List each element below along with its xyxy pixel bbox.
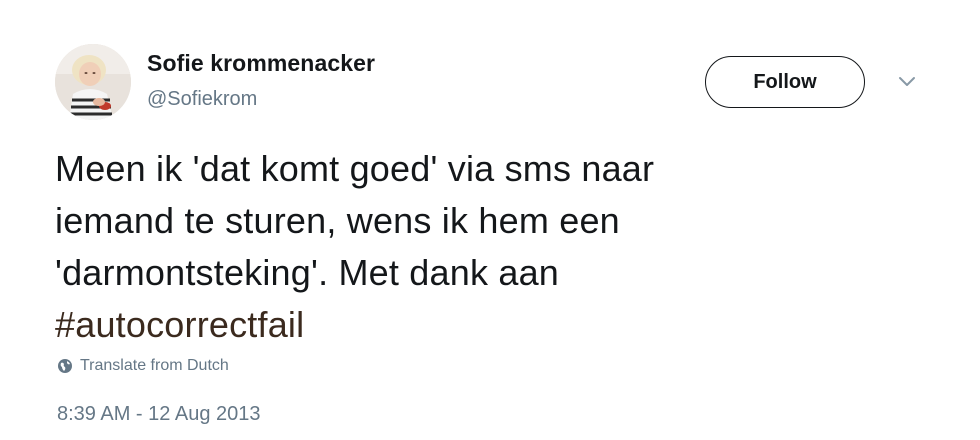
- avatar[interactable]: [55, 44, 131, 120]
- chevron-down-icon[interactable]: [896, 74, 918, 90]
- translate-link[interactable]: Translate from Dutch: [57, 357, 229, 375]
- profile-photo-icon: [55, 44, 131, 120]
- follow-button[interactable]: Follow: [705, 56, 865, 108]
- tweet-text: Meen ik 'dat komt goed' via sms naar iem…: [55, 143, 925, 351]
- tweet-card: Sofie krommenacker @Sofiekrom Follow Mee…: [0, 0, 980, 440]
- tweet-timestamp[interactable]: 8:39 AM - 12 Aug 2013: [57, 403, 261, 426]
- follow-button-label: Follow: [753, 70, 817, 93]
- globe-icon: [58, 359, 72, 373]
- display-name[interactable]: Sofie krommenacker: [147, 50, 375, 77]
- hashtag-link[interactable]: #autocorrectfail: [55, 299, 925, 351]
- tweet-text-line: 'darmontsteking'. Met dank aan: [55, 252, 560, 293]
- tweet-text-line: Meen ik 'dat komt goed' via sms naar: [55, 148, 655, 189]
- translate-label: Translate from Dutch: [80, 357, 229, 374]
- tweet-text-line: iemand te sturen, wens ik hem een: [55, 200, 620, 241]
- user-handle[interactable]: @Sofiekrom: [147, 88, 257, 111]
